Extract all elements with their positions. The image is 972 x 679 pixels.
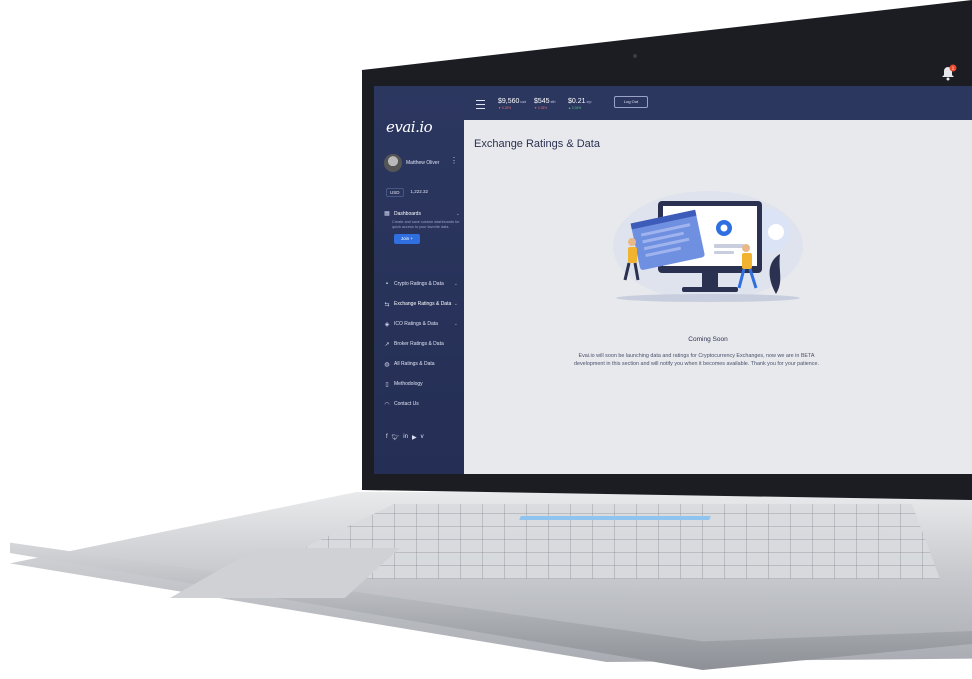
sidebar-item-crypto[interactable]: ▪ Crypto Ratings & Data ⌄ (384, 274, 462, 294)
hinge-light (519, 516, 711, 520)
ticker-change: ▼ 0.35% (534, 106, 548, 110)
app-screen: $9,560usd ▼ 0.25% $545eth ▼ 0.35% $0.21x… (374, 86, 972, 474)
dashboard-icon: ▦ (384, 211, 390, 217)
currency-badge[interactable]: USD (386, 188, 404, 197)
sidebar: evai.io Matthew Oliver ⋮ USD 1,222.32 ▦ … (374, 86, 464, 474)
ico-icon: ◈ (384, 321, 390, 328)
balance-row: USD 1,222.32 (386, 188, 431, 197)
sidebar-item-label: Contact Us (394, 401, 419, 407)
sidebar-nav: ▪ Crypto Ratings & Data ⌄ ⇆ Exchange Rat… (384, 274, 462, 414)
ticker-unit: eth (550, 100, 556, 104)
topbar-button[interactable]: Log Out (614, 96, 648, 108)
more-options-icon[interactable]: ⋮ (450, 156, 458, 165)
coming-soon-illustration (613, 191, 803, 302)
chevron-down-icon: ⌄ (453, 321, 458, 327)
sidebar-item-label: Exchange Ratings & Data (394, 301, 452, 307)
sidebar-item-label: Broker Ratings & Data (394, 341, 444, 347)
sidebar-item-methodology[interactable]: ▯ Methodology (384, 374, 462, 394)
broker-icon: ↗ (384, 341, 390, 348)
sidebar-item-broker[interactable]: ↗ Broker Ratings & Data (384, 334, 462, 354)
vimeo-icon[interactable]: v (421, 434, 424, 441)
avatar (384, 154, 402, 172)
youtube-icon[interactable]: ▶ (412, 434, 417, 441)
top-bar: $9,560usd ▼ 0.25% $545eth ▼ 0.35% $0.21x… (464, 86, 972, 120)
coming-soon-text: Evai.io will soon be launching data and … (573, 353, 819, 367)
notification-bell-icon[interactable]: 1 (938, 64, 958, 82)
ticker-change: ▲ 0.04% (568, 106, 582, 110)
sidebar-item-exchange[interactable]: ⇆ Exchange Ratings & Data ⌄ (384, 294, 462, 314)
user-profile[interactable]: Matthew Oliver ⋮ (384, 154, 460, 176)
twitter-icon[interactable]: 🐦︎ (392, 434, 400, 441)
chevron-down-icon[interactable]: ⌄ (456, 211, 460, 217)
headset-icon: ◠ (384, 401, 390, 408)
ticker-value: $0.21 (568, 98, 586, 105)
dashboards-description: Create and save custom dashboards for qu… (392, 220, 460, 229)
brand-logo[interactable]: evai.io (386, 118, 433, 136)
ticker-value: $545 (534, 98, 550, 105)
ticker-value: $9,560 (498, 98, 520, 105)
linkedin-icon[interactable]: in (403, 434, 408, 441)
sidebar-item-label: Methodology (394, 381, 423, 387)
facebook-icon[interactable]: f (386, 434, 388, 441)
page-title: Exchange Ratings & Data (474, 138, 600, 150)
sidebar-item-label: All Ratings & Data (394, 361, 435, 367)
sidebar-item-ico[interactable]: ◈ ICO Ratings & Data ⌄ (384, 314, 462, 334)
sidebar-item-all[interactable]: ◍ All Ratings & Data (384, 354, 462, 374)
coming-soon-title: Coming Soon (688, 336, 728, 343)
user-name: Matthew Oliver (406, 160, 440, 166)
social-links: f 🐦︎ in ▶ v (386, 434, 424, 441)
exchange-icon: ⇆ (384, 301, 390, 308)
camera-icon (633, 54, 637, 58)
dashboards-label[interactable]: Dashboards (394, 211, 421, 217)
chevron-down-icon: ⌄ (453, 301, 458, 307)
globe-icon: ◍ (384, 361, 390, 368)
sidebar-item-label: Crypto Ratings & Data (394, 281, 444, 287)
ticker-eth: $545eth ▼ 0.35% (534, 98, 555, 110)
sidebar-item-label: ICO Ratings & Data (394, 321, 438, 327)
sidebar-item-contact[interactable]: ◠ Contact Us (384, 394, 462, 414)
hamburger-menu-icon[interactable] (476, 100, 485, 109)
chart-icon: ▪ (385, 281, 389, 287)
ticker-unit: xrp (586, 100, 592, 104)
balance-value: 1,222.32 (410, 189, 429, 194)
ticker-change: ▼ 0.25% (498, 106, 512, 110)
book-icon: ▯ (385, 381, 389, 388)
dashboards-section: ▦ Dashboards ⌄ Create and save custom da… (384, 210, 460, 244)
ticker-xrp: $0.21xrp ▲ 0.04% (568, 98, 591, 110)
join-button[interactable]: Join + (394, 234, 420, 244)
ticker-unit: usd (520, 100, 527, 104)
ticker-btc: $9,560usd ▼ 0.25% (498, 98, 526, 110)
chevron-down-icon: ⌄ (453, 281, 458, 287)
